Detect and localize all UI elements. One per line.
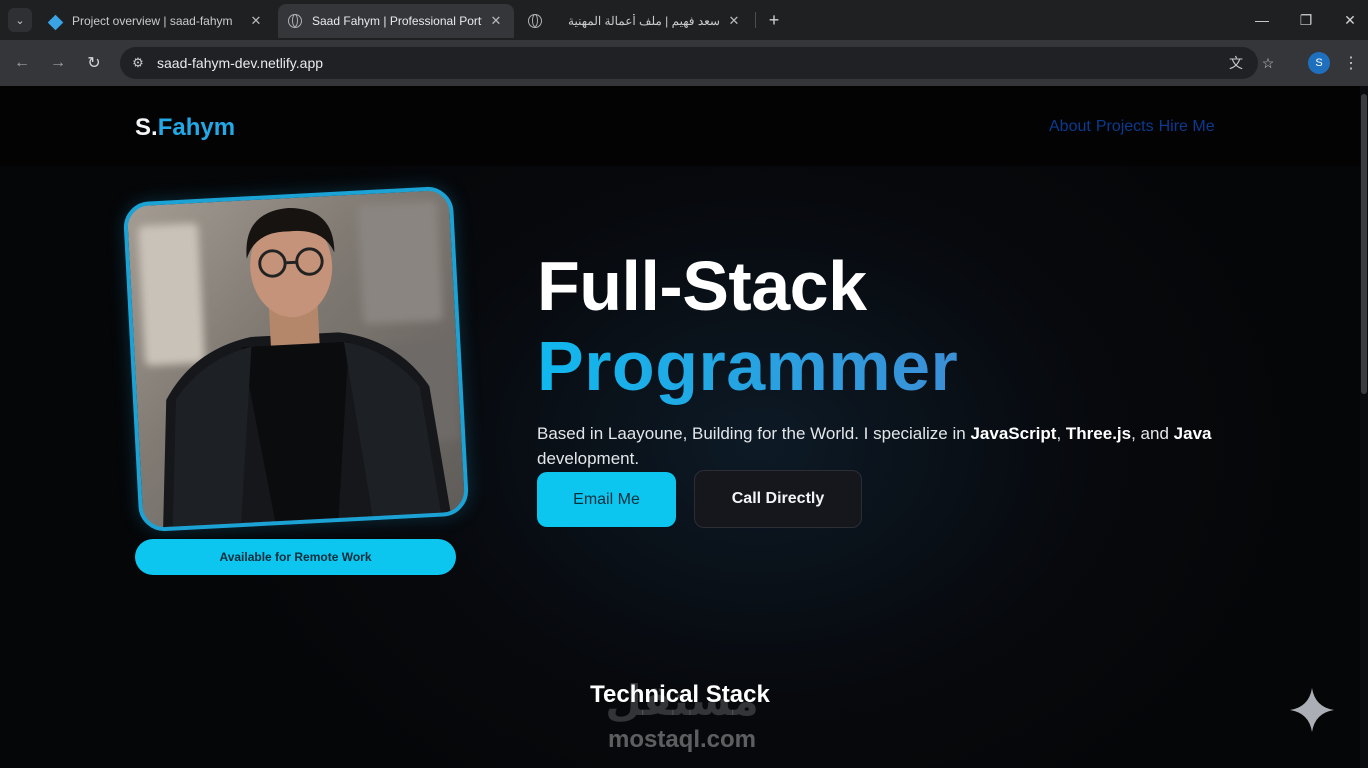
site-logo[interactable]: S.Fahym <box>135 114 235 142</box>
reload-button[interactable]: ↻ <box>82 51 106 75</box>
plus-icon: + <box>768 9 780 30</box>
skill-java: Java <box>1173 424 1212 443</box>
address-bar[interactable]: ⚙ saad-fahym-dev.netlify.app 文 ☆ <box>120 47 1274 79</box>
translate-icon[interactable]: 文 <box>1226 53 1246 73</box>
tab-separator <box>755 12 756 28</box>
globe-icon <box>528 14 542 28</box>
site-header: S.Fahym About Projects Hire Me <box>0 86 1360 166</box>
call-directly-button[interactable]: Call Directly <box>694 470 862 528</box>
minimize-icon: — <box>1255 12 1269 28</box>
tune-icon[interactable]: ⚙ <box>128 53 148 73</box>
arrow-right-icon: → <box>50 54 66 71</box>
hero-title: Full-Stack <box>537 247 867 325</box>
arrow-left-icon: ← <box>14 54 30 71</box>
description-text: , and <box>1131 424 1174 443</box>
profile-photo <box>122 185 470 533</box>
skill-threejs: Three.js <box>1065 424 1132 443</box>
sparkle-icon <box>1290 688 1334 732</box>
close-icon[interactable]: ✕ <box>488 13 504 29</box>
skill-javascript: JavaScript <box>970 424 1057 443</box>
forward-button[interactable]: → <box>46 51 70 75</box>
new-tab-button[interactable]: + <box>763 9 785 31</box>
logo-accent: Fahym <box>157 114 236 141</box>
star-icon[interactable]: ☆ <box>1258 53 1278 73</box>
technical-stack-heading: Technical Stack <box>590 681 770 708</box>
reload-icon: ↻ <box>87 55 101 72</box>
tab-title: سعد فهيم | ملف أعمالة المهنية <box>568 14 720 28</box>
tab-title: Project overview | saad-fahym <box>72 14 233 28</box>
description-text: Based in Laayoune, Building for the Worl… <box>537 424 971 443</box>
tab-title: Saad Fahym | Professional Portfolio <box>312 14 482 28</box>
tab-strip: ⌄ Project overview | saad-fahym ✕ Saad F… <box>0 0 1368 40</box>
restore-button[interactable]: ❐ <box>1288 6 1324 34</box>
tab-portfolio-arabic[interactable]: سعد فهيم | ملف أعمالة المهنية ✕ <box>518 4 752 38</box>
page-scrollbar[interactable] <box>1360 86 1368 768</box>
tab-search-button[interactable]: ⌄ <box>8 8 32 32</box>
page-viewport: S.Fahym About Projects Hire Me Available… <box>0 86 1360 768</box>
tab-portfolio[interactable]: Saad Fahym | Professional Portfolio ✕ <box>278 4 514 38</box>
remote-work-badge: Available for Remote Work <box>135 539 456 575</box>
tab-project-overview[interactable]: Project overview | saad-fahym ✕ <box>38 4 274 38</box>
profile-avatar[interactable]: S <box>1308 52 1330 74</box>
email-me-button[interactable]: Email Me <box>537 472 676 527</box>
globe-icon <box>288 14 302 28</box>
site-nav-links: About Projects Hire Me <box>1049 118 1215 136</box>
nav-link-projects[interactable]: Projects <box>1096 118 1154 136</box>
nav-link-hire-me[interactable]: Hire Me <box>1159 118 1215 136</box>
url-text[interactable]: saad-fahym-dev.netlify.app <box>157 55 323 71</box>
close-icon[interactable]: ✕ <box>726 13 742 29</box>
nav-link-about[interactable]: About <box>1049 118 1091 136</box>
back-button[interactable]: ← <box>10 51 34 75</box>
minimize-button[interactable]: — <box>1244 6 1280 34</box>
hero-subtitle: Programmer <box>537 324 958 408</box>
description-text: , <box>1056 424 1066 443</box>
person-figure <box>163 207 451 528</box>
logo-prefix: S. <box>135 114 158 141</box>
restore-icon: ❐ <box>1299 11 1313 28</box>
chevron-down-icon: ⌄ <box>15 14 25 27</box>
watermark-latin: mostaql.com <box>607 726 757 753</box>
kebab-icon[interactable]: ⋮ <box>1343 52 1359 74</box>
scrollbar-thumb[interactable] <box>1361 94 1367 394</box>
window-close-button[interactable]: ✕ <box>1332 6 1368 34</box>
hero-description: Based in Laayoune, Building for the Worl… <box>537 421 1217 471</box>
description-text: development. <box>537 449 640 468</box>
close-icon: ✕ <box>1344 11 1356 28</box>
close-icon[interactable]: ✕ <box>248 13 264 29</box>
netlify-diamond-icon <box>47 14 64 30</box>
browser-toolbar: ← → ↻ ⚙ saad-fahym-dev.netlify.app 文 ☆ S… <box>0 40 1368 86</box>
